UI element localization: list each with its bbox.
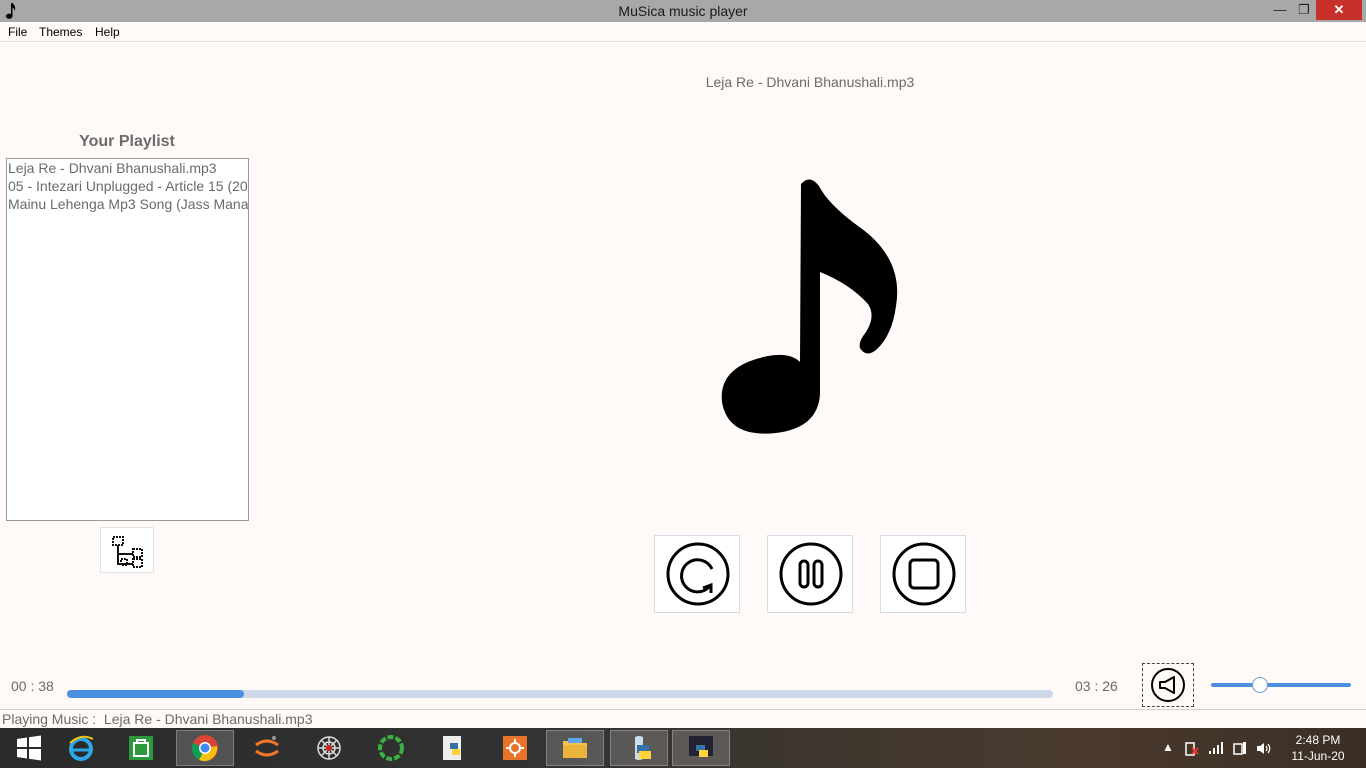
menu-bar: File Themes Help xyxy=(0,22,1366,42)
volume-slider-handle[interactable] xyxy=(1252,677,1268,693)
menu-themes[interactable]: Themes xyxy=(39,25,82,39)
title-bar: MuSica music player — ❐ ✕ xyxy=(0,0,1366,22)
menu-file[interactable]: File xyxy=(8,25,27,39)
playlist-title: Your Playlist xyxy=(79,133,175,150)
clock-time: 2:48 PM xyxy=(1295,733,1341,747)
mute-button[interactable] xyxy=(1142,663,1194,707)
chrome-icon[interactable] xyxy=(176,730,234,766)
rewind-button[interactable] xyxy=(654,535,740,613)
jupyter-icon[interactable] xyxy=(238,730,296,766)
folder-tree-icon xyxy=(112,536,143,568)
python-idle-icon[interactable] xyxy=(672,730,730,766)
pause-icon xyxy=(779,542,843,606)
status-bar: Playing Music : Leja Re - Dhvani Bhanush… xyxy=(0,709,1366,728)
volume-tray-icon[interactable] xyxy=(1256,741,1272,756)
stop-icon xyxy=(892,542,956,606)
playlist-item[interactable]: Mainu Lehenga Mp3 Song (Jass Manak).mp3 xyxy=(7,195,248,213)
browse-folder-button[interactable] xyxy=(100,527,154,573)
playlist-item[interactable]: 05 - Intezari Unplugged - Article 15 (20… xyxy=(7,177,248,195)
power-icon[interactable] xyxy=(1232,741,1248,756)
circle-app-icon[interactable] xyxy=(362,730,420,766)
maximize-button[interactable]: ❐ xyxy=(1290,0,1318,20)
network-signal-icon[interactable] xyxy=(1208,742,1224,755)
taskbar: ▲ 2:48 PM 11-Jun-20 xyxy=(0,728,1366,768)
orange-app-icon[interactable] xyxy=(486,730,544,766)
windows-start-icon[interactable] xyxy=(0,730,58,766)
progress-fill xyxy=(67,690,245,698)
stop-button[interactable] xyxy=(880,535,966,613)
spider-icon[interactable] xyxy=(300,730,358,766)
python-file-icon[interactable] xyxy=(424,730,482,766)
menu-help[interactable]: Help xyxy=(95,25,120,39)
rewind-icon xyxy=(666,542,730,606)
now-playing-title: Leja Re - Dhvani Bhanushali.mp3 xyxy=(705,74,915,90)
playlist-item[interactable]: Leja Re - Dhvani Bhanushali.mp3 xyxy=(7,159,248,177)
current-time-label: 00 : 38 xyxy=(11,678,54,694)
progress-slider[interactable] xyxy=(67,690,1053,698)
music-note-icon xyxy=(721,179,898,434)
clock-date: 11-Jun-20 xyxy=(1291,749,1345,763)
windows-store-icon[interactable] xyxy=(112,730,170,766)
internet-explorer-icon[interactable] xyxy=(52,730,110,766)
taskbar-clock[interactable]: 2:48 PM 11-Jun-20 xyxy=(1286,732,1350,764)
volume-slider[interactable] xyxy=(1211,677,1351,693)
file-explorer-icon[interactable] xyxy=(546,730,604,766)
close-button[interactable]: ✕ xyxy=(1316,0,1362,20)
speaker-icon xyxy=(1151,668,1185,702)
window-title: MuSica music player xyxy=(618,3,748,19)
python-launcher-icon[interactable] xyxy=(610,730,668,766)
tray-expand-icon[interactable]: ▲ xyxy=(1162,740,1174,754)
pause-button[interactable] xyxy=(767,535,853,613)
total-time-label: 03 : 26 xyxy=(1075,678,1118,694)
playlist-listbox[interactable]: Leja Re - Dhvani Bhanushali.mp3 05 - Int… xyxy=(6,158,249,521)
action-center-icon[interactable] xyxy=(1184,742,1200,756)
